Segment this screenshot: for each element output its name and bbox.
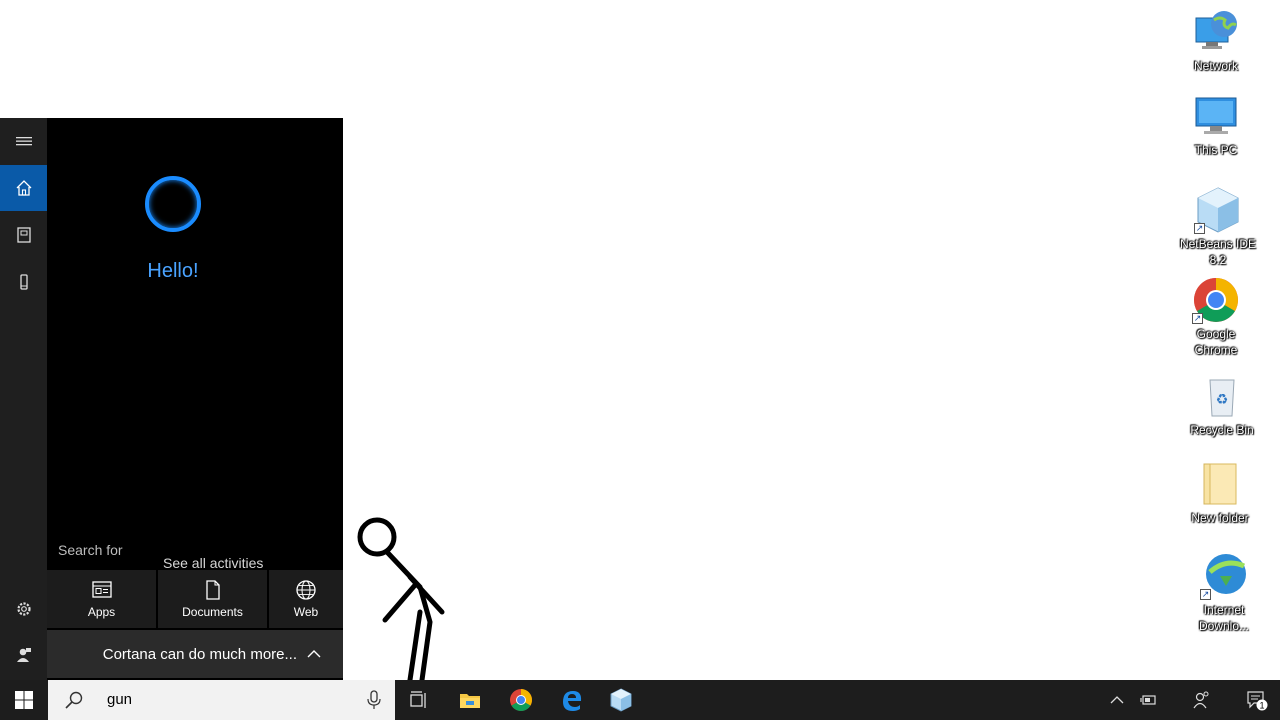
devices-icon	[19, 274, 28, 290]
cortana-panel: Hello! Search for See all activities App…	[0, 118, 343, 680]
cortana-home-pane: Hello! Search for See all activities App…	[47, 118, 343, 680]
action-center-icon: 1	[1247, 691, 1268, 711]
cortana-more-label: Cortana can do much more...	[102, 645, 297, 663]
netbeans-taskbar-button[interactable]	[597, 680, 645, 720]
windows-logo-icon	[15, 691, 33, 709]
edge-taskbar-button[interactable]	[548, 680, 596, 720]
battery-icon	[1140, 695, 1156, 705]
cortana-greeting: Hello!	[147, 260, 199, 282]
show-hidden-icons-button[interactable]	[1104, 680, 1130, 720]
file-explorer-button[interactable]	[446, 680, 494, 720]
desktop-icon-label: This PC	[1194, 143, 1238, 157]
start-button[interactable]	[0, 680, 48, 720]
desktop-icon-recycle-bin[interactable]: ♻ Recycle Bin	[1182, 372, 1262, 438]
folder-icon	[1196, 460, 1244, 508]
home-button[interactable]	[0, 165, 47, 211]
shortcut-arrow-icon: ↗	[1200, 589, 1211, 600]
chrome-taskbar-button[interactable]	[497, 680, 545, 720]
microphone-icon[interactable]	[366, 690, 382, 710]
desktop-icon-this-pc[interactable]: This PC	[1176, 92, 1256, 158]
notification-count-badge: 1	[1259, 701, 1264, 711]
cortana-rail	[0, 118, 47, 680]
task-view-icon	[410, 691, 426, 708]
filter-documents-button[interactable]: Documents	[158, 570, 267, 628]
desktop-icon-netbeans[interactable]: ↗ NetBeans IDE 8.2	[1178, 186, 1258, 268]
feedback-button[interactable]	[0, 632, 47, 678]
network-icon	[1192, 8, 1240, 56]
desktop-icon-label: Recycle Bin	[1190, 423, 1254, 437]
desktop-icon-network[interactable]: Network	[1176, 8, 1256, 74]
apps-icon	[91, 581, 112, 598]
battery-status-button[interactable]	[1134, 680, 1164, 720]
netbeans-cube-icon	[610, 688, 632, 712]
notebook-icon	[16, 227, 31, 243]
search-for-label: Search for	[58, 542, 123, 558]
desktop-icon-label: Google Chrome	[1194, 327, 1238, 357]
filter-apps-button[interactable]: Apps	[47, 570, 156, 628]
desktop-icon-label: Internet Downlo...	[1198, 603, 1250, 633]
stick-figure-drawing	[357, 517, 445, 680]
search-filters: Apps Documents Web	[47, 570, 343, 628]
taskbar-search-box[interactable]: gun	[48, 680, 395, 720]
chevron-up-icon	[1110, 696, 1124, 704]
computer-icon	[1192, 92, 1240, 140]
shortcut-arrow-icon: ↗	[1194, 223, 1205, 234]
settings-icon	[16, 602, 31, 616]
chrome-icon: ↗	[1192, 276, 1240, 324]
filter-label: Documents	[182, 605, 243, 619]
people-icon	[1193, 691, 1209, 709]
shortcut-arrow-icon: ↗	[1192, 313, 1203, 324]
edge-icon	[563, 691, 582, 711]
document-icon	[205, 580, 220, 600]
chrome-icon	[510, 689, 532, 711]
desktop-icon-label: New folder	[1191, 511, 1249, 525]
filter-label: Web	[293, 605, 319, 619]
filter-web-button[interactable]: Web	[269, 570, 343, 628]
netbeans-cube-icon: ↗	[1194, 186, 1242, 234]
desktop-icon-chrome[interactable]: ↗ Google Chrome	[1176, 276, 1256, 358]
cortana-ring-icon	[145, 176, 201, 232]
svg-text:♻: ♻	[1216, 392, 1229, 408]
cortana-more-button[interactable]: Cortana can do much more...	[47, 630, 343, 678]
hamburger-icon	[15, 137, 32, 146]
search-query-text[interactable]: gun	[107, 691, 132, 708]
file-explorer-icon	[460, 694, 480, 708]
globe-icon	[296, 580, 316, 600]
internet-download-manager-icon: ↗	[1200, 552, 1248, 600]
desktop-icon-label: NetBeans IDE 8.2	[1179, 237, 1257, 267]
feedback-icon	[16, 648, 31, 662]
home-icon	[16, 180, 31, 196]
filter-label: Apps	[87, 605, 116, 619]
task-view-button[interactable]	[395, 680, 443, 720]
recycle-bin-icon: ♻	[1198, 372, 1246, 420]
desktop-icon-new-folder[interactable]: New folder	[1180, 460, 1260, 526]
action-center-button[interactable]: 1	[1240, 680, 1274, 720]
desktop-icon-label: Network	[1193, 59, 1238, 73]
search-icon	[65, 691, 83, 709]
devices-button[interactable]	[0, 259, 47, 305]
settings-button[interactable]	[0, 586, 47, 632]
chevron-up-icon	[307, 650, 321, 658]
people-button[interactable]	[1184, 680, 1218, 720]
hamburger-menu-button[interactable]	[0, 118, 47, 164]
notebook-button[interactable]	[0, 212, 47, 258]
taskbar: gun 1	[0, 680, 1280, 720]
see-all-activities-link[interactable]: See all activities	[163, 555, 263, 571]
desktop-icon-internet-download-manager[interactable]: ↗ Internet Downlo...	[1184, 552, 1264, 634]
